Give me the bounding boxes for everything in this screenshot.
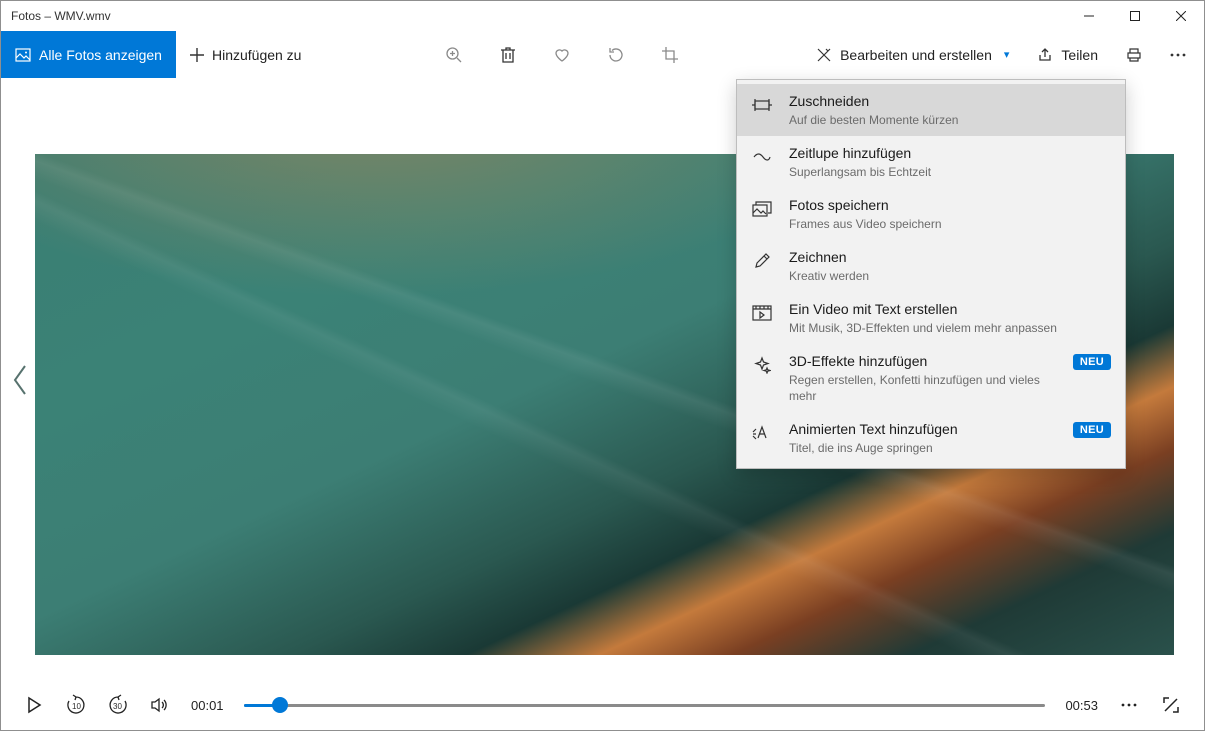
skip-forward-button[interactable]: 30 bbox=[107, 694, 129, 716]
new-badge: NEU bbox=[1073, 422, 1111, 438]
skip-fwd-label: 30 bbox=[113, 702, 122, 711]
titlebar: Fotos – WMV.wmv bbox=[1, 1, 1204, 31]
slowmo-icon bbox=[751, 146, 773, 168]
menu-title: Zeichnen bbox=[789, 248, 1111, 266]
skip-back-label: 10 bbox=[72, 702, 81, 711]
add-to-button[interactable]: Hinzufügen zu bbox=[176, 31, 316, 78]
animated-text-icon bbox=[751, 422, 773, 444]
fullscreen-button[interactable] bbox=[1160, 694, 1182, 716]
print-icon bbox=[1126, 47, 1142, 63]
edit-create-label: Bearbeiten und erstellen bbox=[840, 47, 992, 63]
toolbar-right: Bearbeiten und erstellen ▾ Teilen bbox=[808, 31, 1204, 78]
share-button[interactable]: Teilen bbox=[1029, 47, 1106, 63]
volume-button[interactable] bbox=[149, 694, 171, 716]
menu-subtitle: Superlangsam bis Echtzeit bbox=[789, 164, 1111, 180]
trim-icon bbox=[751, 94, 773, 116]
zoom-icon[interactable] bbox=[445, 46, 463, 64]
minimize-button[interactable] bbox=[1066, 1, 1112, 31]
rotate-icon[interactable] bbox=[607, 46, 625, 64]
image-icon bbox=[15, 47, 31, 63]
menu-title: Ein Video mit Text erstellen bbox=[789, 300, 1111, 318]
add-to-label: Hinzufügen zu bbox=[212, 47, 302, 63]
menu-item-video-text[interactable]: Ein Video mit Text erstellen Mit Musik, 3… bbox=[737, 292, 1125, 344]
playback-bar: 10 30 00:01 00:53 bbox=[1, 680, 1204, 730]
edit-create-menu: Zuschneiden Auf die besten Momente kürzen… bbox=[736, 79, 1126, 469]
play-button[interactable] bbox=[23, 694, 45, 716]
video-text-icon bbox=[751, 302, 773, 324]
time-current: 00:01 bbox=[191, 698, 224, 713]
menu-subtitle: Regen erstellen, Konfetti hinzufügen und… bbox=[789, 372, 1057, 404]
new-badge: NEU bbox=[1073, 354, 1111, 370]
time-total: 00:53 bbox=[1065, 698, 1098, 713]
crop-icon[interactable] bbox=[661, 46, 679, 64]
all-photos-button[interactable]: Alle Fotos anzeigen bbox=[1, 31, 176, 78]
previous-arrow[interactable] bbox=[11, 362, 31, 398]
menu-item-save-photos[interactable]: Fotos speichern Frames aus Video speicher… bbox=[737, 188, 1125, 240]
menu-subtitle: Mit Musik, 3D-Effekten und vielem mehr a… bbox=[789, 320, 1111, 336]
more-icon bbox=[1170, 53, 1186, 57]
menu-item-trim[interactable]: Zuschneiden Auf die besten Momente kürzen bbox=[737, 84, 1125, 136]
menu-subtitle: Kreativ werden bbox=[789, 268, 1111, 284]
toolbar: Alle Fotos anzeigen Hinzufügen zu Bearbe… bbox=[1, 31, 1204, 79]
menu-item-animated-text[interactable]: Animierten Text hinzufügen Titel, die ins… bbox=[737, 412, 1125, 464]
window-title: Fotos – WMV.wmv bbox=[11, 9, 1066, 23]
seek-thumb[interactable] bbox=[272, 697, 288, 713]
menu-item-draw[interactable]: Zeichnen Kreativ werden bbox=[737, 240, 1125, 292]
pen-icon bbox=[751, 250, 773, 272]
all-photos-label: Alle Fotos anzeigen bbox=[39, 47, 162, 63]
more-button[interactable] bbox=[1162, 53, 1194, 57]
menu-item-3d-effects[interactable]: 3D-Effekte hinzufügen Regen erstellen, Ko… bbox=[737, 344, 1125, 412]
menu-title: Zeitlupe hinzufügen bbox=[789, 144, 1111, 162]
print-button[interactable] bbox=[1118, 47, 1150, 63]
menu-subtitle: Frames aus Video speichern bbox=[789, 216, 1111, 232]
toolbar-center bbox=[315, 31, 808, 78]
share-label: Teilen bbox=[1061, 47, 1098, 63]
seek-slider[interactable] bbox=[244, 695, 1046, 715]
sparkle-icon bbox=[751, 354, 773, 376]
frames-icon bbox=[751, 198, 773, 220]
edit-create-button[interactable]: Bearbeiten und erstellen ▾ bbox=[808, 47, 1017, 63]
menu-title: 3D-Effekte hinzufügen bbox=[789, 352, 1057, 370]
skip-back-button[interactable]: 10 bbox=[65, 694, 87, 716]
menu-title: Fotos speichern bbox=[789, 196, 1111, 214]
maximize-button[interactable] bbox=[1112, 1, 1158, 31]
chevron-down-icon: ▾ bbox=[1004, 48, 1010, 61]
delete-icon[interactable] bbox=[499, 46, 517, 64]
menu-subtitle: Titel, die ins Auge springen bbox=[789, 440, 1057, 456]
favorite-icon[interactable] bbox=[553, 46, 571, 64]
playback-more-button[interactable] bbox=[1118, 694, 1140, 716]
plus-icon bbox=[190, 48, 204, 62]
close-button[interactable] bbox=[1158, 1, 1204, 31]
menu-item-slowmo[interactable]: Zeitlupe hinzufügen Superlangsam bis Echt… bbox=[737, 136, 1125, 188]
share-icon bbox=[1037, 47, 1053, 63]
edit-icon bbox=[816, 47, 832, 63]
menu-title: Zuschneiden bbox=[789, 92, 1111, 110]
menu-subtitle: Auf die besten Momente kürzen bbox=[789, 112, 1111, 128]
menu-title: Animierten Text hinzufügen bbox=[789, 420, 1057, 438]
viewer: Zuschneiden Auf die besten Momente kürzen… bbox=[1, 79, 1204, 680]
